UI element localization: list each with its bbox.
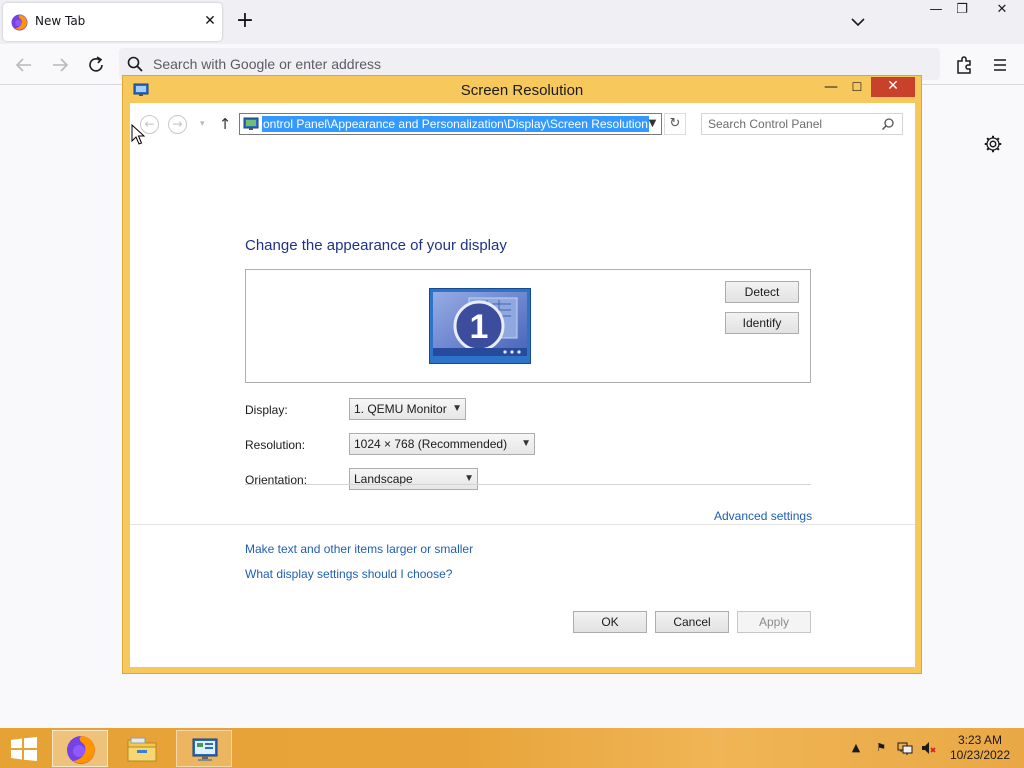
arrow-right-icon[interactable] bbox=[48, 53, 72, 77]
window-maximize-button[interactable]: ☐ bbox=[845, 78, 869, 98]
chevron-down-icon: ▼ bbox=[464, 473, 474, 484]
reload-icon[interactable] bbox=[84, 53, 108, 77]
folder-icon bbox=[127, 737, 157, 762]
firefox-icon bbox=[67, 736, 95, 764]
taskbar-file-explorer[interactable] bbox=[114, 730, 170, 767]
mouse-pointer-icon bbox=[131, 124, 145, 145]
taskbar-control-panel[interactable] bbox=[176, 730, 232, 767]
advanced-settings-link[interactable]: Advanced settings bbox=[714, 509, 812, 523]
clock-time: 3:23 AM bbox=[957, 733, 1003, 747]
text-size-link[interactable]: Make text and other items larger or smal… bbox=[245, 542, 473, 556]
url-input[interactable] bbox=[153, 54, 753, 74]
display-preview: 1 Detect Identify bbox=[245, 269, 811, 383]
search-box[interactable] bbox=[701, 113, 903, 135]
search-icon[interactable] bbox=[881, 117, 895, 131]
ok-button[interactable]: OK bbox=[573, 611, 647, 633]
taskbar-firefox[interactable] bbox=[52, 730, 108, 767]
puzzle-icon[interactable] bbox=[952, 53, 976, 77]
window-content: ← → ▾ ↑ ontrol Panel\Appearance and Pers… bbox=[130, 103, 915, 667]
divider bbox=[245, 484, 811, 485]
system-clock[interactable]: 3:23 AM 10/23/2022 bbox=[940, 733, 1020, 763]
close-window-button[interactable]: ✕ bbox=[988, 0, 1016, 22]
close-tab-icon[interactable]: ✕ bbox=[202, 13, 218, 29]
clock-date: 10/23/2022 bbox=[949, 748, 1011, 762]
restore-button[interactable]: ❐ bbox=[948, 0, 976, 22]
arrow-left-icon[interactable] bbox=[12, 53, 36, 77]
display-value: 1. QEMU Monitor bbox=[354, 402, 447, 416]
window-title: Screen Resolution bbox=[460, 82, 584, 99]
firefox-icon bbox=[11, 14, 28, 31]
address-bar[interactable]: ontrol Panel\Appearance and Personalizat… bbox=[239, 113, 662, 135]
browser-tab-strip: New Tab ✕ + — ❐ ✕ bbox=[0, 0, 1024, 44]
monitor-number: 1 bbox=[470, 308, 489, 346]
minimize-button[interactable]: — bbox=[922, 0, 950, 22]
network-icon[interactable] bbox=[897, 740, 913, 756]
cancel-button[interactable]: Cancel bbox=[655, 611, 729, 633]
windows-start-icon[interactable] bbox=[10, 737, 38, 761]
tab-new-tab[interactable]: New Tab ✕ bbox=[3, 3, 222, 41]
show-hidden-icons-icon[interactable]: ▲ bbox=[848, 740, 864, 756]
chevron-down-icon[interactable]: ▼ bbox=[644, 114, 661, 134]
resolution-value: 1024 × 768 (Recommended) bbox=[354, 437, 508, 451]
chevron-down-icon: ▼ bbox=[521, 438, 531, 449]
search-icon bbox=[127, 56, 143, 72]
window-titlebar[interactable]: Screen Resolution — ☐ ✕ bbox=[123, 76, 921, 104]
orientation-select[interactable]: Landscape ▼ bbox=[349, 468, 478, 490]
window-minimize-button[interactable]: — bbox=[819, 78, 843, 98]
hamburger-icon[interactable] bbox=[988, 53, 1012, 77]
recent-locations-icon[interactable]: ▾ bbox=[200, 117, 210, 131]
monitor-icon[interactable]: 1 bbox=[429, 288, 531, 364]
chevron-down-icon: ▼ bbox=[452, 403, 462, 414]
up-arrow-icon[interactable]: ↑ bbox=[216, 114, 234, 134]
new-tab-button[interactable]: + bbox=[232, 9, 258, 35]
control-panel-icon bbox=[243, 117, 259, 130]
resolution-select[interactable]: 1024 × 768 (Recommended) ▼ bbox=[349, 433, 535, 455]
display-settings-help-link[interactable]: What display settings should I choose? bbox=[245, 567, 452, 581]
page-heading: Change the appearance of your display bbox=[245, 237, 507, 254]
screen-resolution-window: Screen Resolution — ☐ ✕ ← → ▾ ↑ ontrol P… bbox=[122, 75, 922, 674]
refresh-icon[interactable]: ↻ bbox=[664, 113, 686, 135]
address-path[interactable]: ontrol Panel\Appearance and Personalizat… bbox=[262, 116, 649, 132]
display-select[interactable]: 1. QEMU Monitor ▼ bbox=[349, 398, 466, 420]
apply-button[interactable]: Apply bbox=[737, 611, 811, 633]
volume-muted-icon[interactable] bbox=[920, 740, 936, 756]
display-label: Display: bbox=[245, 403, 288, 417]
forward-icon[interactable]: → bbox=[168, 115, 187, 134]
resolution-label: Resolution: bbox=[245, 438, 306, 452]
detect-button[interactable]: Detect bbox=[725, 281, 799, 303]
gear-icon[interactable] bbox=[982, 133, 1004, 155]
chevron-down-icon[interactable] bbox=[846, 10, 870, 34]
identify-button[interactable]: Identify bbox=[725, 312, 799, 334]
control-panel-icon bbox=[192, 738, 218, 761]
search-input[interactable] bbox=[708, 116, 873, 132]
footer-divider bbox=[130, 524, 915, 525]
taskbar: ▲ ⚑ 3:23 AM 10/23/2022 bbox=[0, 728, 1024, 768]
window-close-button[interactable]: ✕ bbox=[871, 77, 915, 97]
tab-title: New Tab bbox=[35, 14, 86, 28]
flag-icon[interactable]: ⚑ bbox=[873, 740, 889, 756]
